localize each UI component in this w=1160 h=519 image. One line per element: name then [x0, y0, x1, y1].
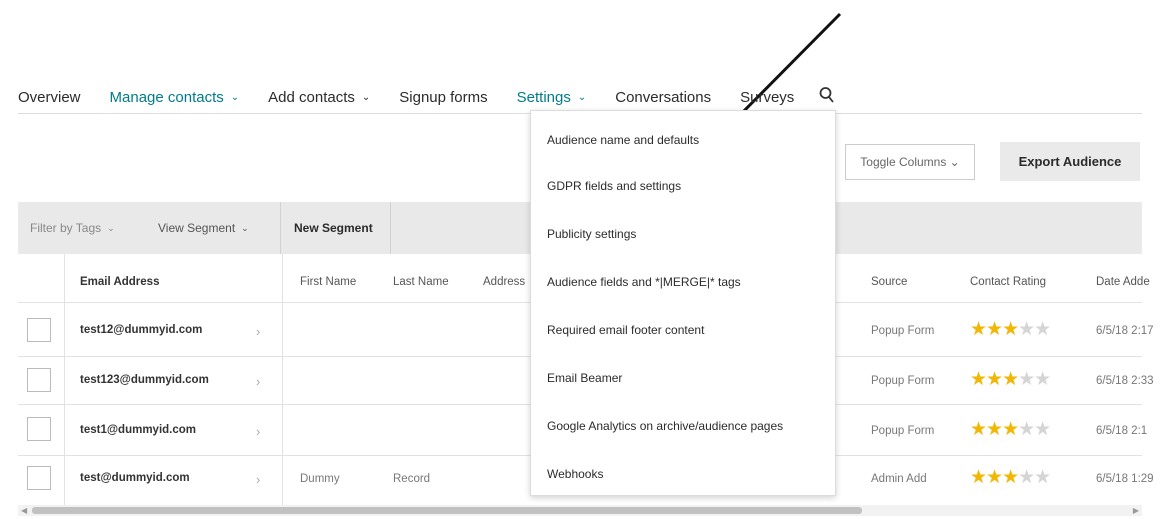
row-source: Popup Form: [871, 375, 935, 387]
chevron-down-icon: ⌄: [577, 91, 587, 103]
menu-item-google-analytics[interactable]: Google Analytics on archive/audience pag…: [547, 419, 783, 433]
chevron-down-icon: ⌄: [107, 222, 115, 233]
divider: [280, 202, 281, 254]
row-date-added: 6/5/18 2:17: [1096, 325, 1154, 337]
row-email[interactable]: test@dummyid.com: [80, 472, 190, 484]
tab-overview[interactable]: Overview: [18, 86, 81, 108]
divider: [282, 254, 283, 506]
menu-item-email-beamer[interactable]: Email Beamer: [547, 371, 622, 385]
menu-item-required-footer[interactable]: Required email footer content: [547, 323, 704, 337]
filter-by-tags-dropdown[interactable]: Filter by Tags ⌄: [30, 202, 115, 254]
row-source: Popup Form: [871, 325, 935, 337]
header-source[interactable]: Source: [871, 276, 907, 288]
menu-item-audience-name-defaults[interactable]: Audience name and defaults: [547, 133, 699, 147]
header-first-name[interactable]: First Name: [300, 276, 356, 288]
row-checkbox[interactable]: [27, 466, 51, 490]
chevron-down-icon: ⌄: [361, 91, 371, 103]
menu-item-publicity-settings[interactable]: Publicity settings: [547, 227, 636, 241]
row-email[interactable]: test12@dummyid.com: [80, 324, 202, 336]
chevron-right-icon[interactable]: ›: [256, 424, 260, 439]
chevron-down-icon: ⌄: [241, 222, 249, 233]
row-date-added: 6/5/18 2:33: [1096, 375, 1154, 387]
tab-conversations[interactable]: Conversations: [615, 86, 711, 108]
header-email[interactable]: Email Address: [80, 276, 159, 288]
row-checkbox[interactable]: [27, 417, 51, 441]
row-source: Popup Form: [871, 425, 935, 437]
row-checkbox[interactable]: [27, 368, 51, 392]
horizontal-scrollbar[interactable]: ◀ ▶: [18, 505, 1142, 516]
chevron-right-icon[interactable]: ›: [256, 472, 260, 487]
row-date-added: 6/5/18 2:1: [1096, 425, 1148, 437]
header-last-name[interactable]: Last Name: [393, 276, 449, 288]
contact-rating-stars: ★★★★★: [970, 419, 1051, 440]
menu-item-webhooks[interactable]: Webhooks: [547, 467, 603, 481]
tab-add-contacts[interactable]: Add contacts ⌄: [268, 86, 370, 108]
contact-rating-stars: ★★★★★: [970, 369, 1051, 390]
header-date-added[interactable]: Date Adde: [1096, 276, 1150, 288]
scrollbar-thumb[interactable]: [32, 507, 862, 514]
row-last-name: Record: [393, 473, 431, 485]
export-audience-button[interactable]: Export Audience: [1000, 142, 1140, 181]
contact-rating-stars: ★★★★★: [970, 467, 1051, 488]
menu-item-gdpr-fields[interactable]: GDPR fields and settings: [547, 179, 681, 193]
scroll-left-icon[interactable]: ◀: [21, 505, 27, 516]
new-segment-button[interactable]: New Segment: [294, 202, 373, 254]
row-email[interactable]: test1@dummyid.com: [80, 424, 196, 436]
toggle-columns-button[interactable]: Toggle Columns ⌄: [845, 144, 975, 180]
row-source: Admin Add: [871, 473, 927, 485]
header-address[interactable]: Address: [483, 276, 525, 288]
scroll-right-icon[interactable]: ▶: [1133, 505, 1139, 516]
header-contact-rating[interactable]: Contact Rating: [970, 276, 1046, 288]
tab-settings[interactable]: Settings ⌄: [517, 86, 587, 108]
chevron-down-icon: ⌄: [230, 91, 240, 103]
row-checkbox[interactable]: [27, 318, 51, 342]
tab-manage-contacts[interactable]: Manage contacts ⌄: [110, 86, 240, 108]
tab-signup-forms[interactable]: Signup forms: [399, 86, 487, 108]
chevron-right-icon[interactable]: ›: [256, 324, 260, 339]
settings-dropdown-menu: Audience name and defaults GDPR fields a…: [530, 110, 836, 496]
menu-item-audience-fields-merge-tags[interactable]: Audience fields and *|MERGE|* tags: [547, 275, 741, 289]
row-email[interactable]: test123@dummyid.com: [80, 374, 209, 386]
search-icon[interactable]: [819, 86, 837, 106]
tab-surveys[interactable]: Surveys: [740, 86, 794, 108]
row-first-name: Dummy: [300, 473, 340, 485]
view-segment-dropdown[interactable]: View Segment ⌄: [158, 202, 249, 254]
contact-rating-stars: ★★★★★: [970, 319, 1051, 340]
divider: [390, 202, 391, 254]
row-date-added: 6/5/18 1:29: [1096, 473, 1154, 485]
chevron-right-icon[interactable]: ›: [256, 374, 260, 389]
divider: [64, 254, 65, 506]
